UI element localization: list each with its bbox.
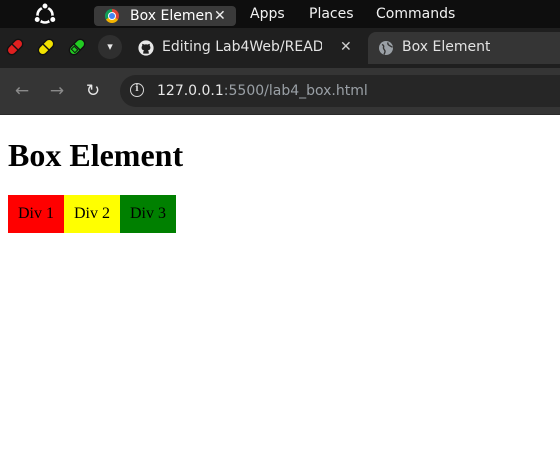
back-arrow-icon[interactable]: ← (11, 80, 33, 102)
globe-icon (379, 41, 393, 55)
taskbar-window-title: Box Elemen (130, 8, 213, 24)
site-info-icon[interactable]: i (130, 83, 144, 97)
div-box-3: Div 3 (120, 195, 176, 233)
green-pill-extension-icon[interactable] (67, 37, 87, 57)
tab-search-button[interactable]: ▾ (98, 35, 122, 59)
forward-arrow-icon[interactable]: → (46, 80, 68, 102)
page-heading: Box Element (8, 137, 184, 173)
url-host: 127.0.0.1 (157, 83, 224, 99)
address-bar[interactable]: i 127.0.0.1:5500/lab4_box.html (120, 75, 560, 107)
url-text[interactable]: 127.0.0.1:5500/lab4_box.html (157, 82, 368, 100)
ubuntu-logo-icon[interactable] (32, 2, 58, 28)
tab-title: Editing Lab4Web/README.md (162, 39, 322, 55)
places-menu[interactable]: Places (309, 5, 354, 23)
red-pill-extension-icon[interactable] (5, 37, 25, 57)
tab-title: Box Element (402, 39, 491, 55)
tab-editing-readme[interactable]: Editing Lab4Web/README.md ✕ (128, 32, 364, 64)
apps-menu[interactable]: Apps (250, 5, 285, 23)
close-icon[interactable]: ✕ (340, 38, 352, 56)
close-icon[interactable]: ✕ (214, 6, 226, 26)
reload-icon[interactable]: ↻ (82, 80, 104, 102)
github-icon (138, 40, 154, 56)
chrome-icon (105, 9, 119, 23)
browser-toolbar: ← → ↻ i 127.0.0.1:5500/lab4_box.html (0, 68, 560, 115)
url-path: :5500/lab4_box.html (223, 83, 368, 99)
div-box-1: Div 1 (8, 195, 64, 233)
top-panel: Box Elemen ✕ Apps Places Commands (0, 0, 560, 28)
tab-strip: ▾ Editing Lab4Web/README.md ✕ Box Elemen… (0, 28, 560, 68)
commands-menu[interactable]: Commands (376, 5, 455, 23)
div-box-2: Div 2 (64, 195, 120, 233)
yellow-pill-extension-icon[interactable] (36, 37, 56, 57)
tab-box-element[interactable]: Box Element (368, 32, 560, 64)
page-content: Box Element Div 1 Div 2 Div 3 (0, 115, 560, 453)
taskbar-chrome-window[interactable]: Box Elemen ✕ (94, 6, 236, 26)
